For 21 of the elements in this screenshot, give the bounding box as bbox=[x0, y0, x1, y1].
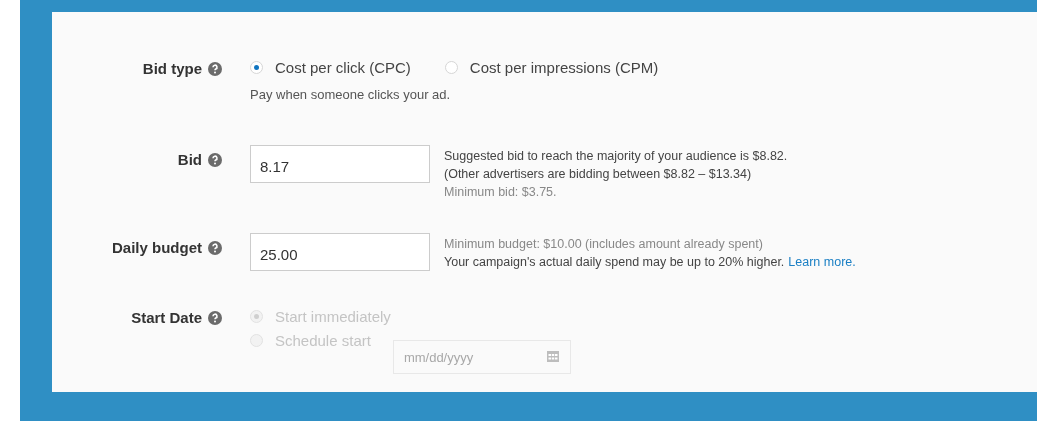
text-field[interactable]: 8.17 bbox=[250, 145, 430, 183]
help-icon[interactable] bbox=[208, 61, 222, 76]
field-label: Start Date bbox=[131, 309, 202, 326]
help-icon[interactable] bbox=[208, 240, 222, 255]
field-label: Bid type bbox=[142, 60, 202, 77]
radio-label[interactable]: Cost per click (CPC) bbox=[275, 59, 411, 76]
hint-text: Your campaign's actual daily spend may be up to 20% higher. bbox=[444, 255, 785, 269]
radio-label[interactable]: Cost per impressions (CPM) bbox=[469, 59, 659, 76]
hint-text: Minimum bid: $3.75. bbox=[444, 185, 557, 199]
radio-button[interactable] bbox=[444, 61, 458, 74]
learn-more-link[interactable]: Learn more. bbox=[788, 255, 856, 269]
help-text: Pay when someone clicks your ad. bbox=[250, 87, 452, 102]
help-icon[interactable] bbox=[208, 152, 222, 167]
help-icon[interactable] bbox=[208, 310, 222, 325]
hint-text: Suggested bid to reach the majority of your audience is $8.82. bbox=[444, 149, 788, 163]
text-field[interactable]: 25.00 bbox=[250, 233, 430, 271]
radio-button[interactable] bbox=[250, 61, 263, 74]
field-label: Daily budget bbox=[112, 239, 202, 256]
hint-text: Minimum budget: $10.00 (includes amount already spent) bbox=[444, 237, 763, 251]
hint-text: (Other advertisers are bidding between $8.82 – $13.34) bbox=[444, 167, 752, 181]
field-label: Bid bbox=[177, 151, 202, 168]
